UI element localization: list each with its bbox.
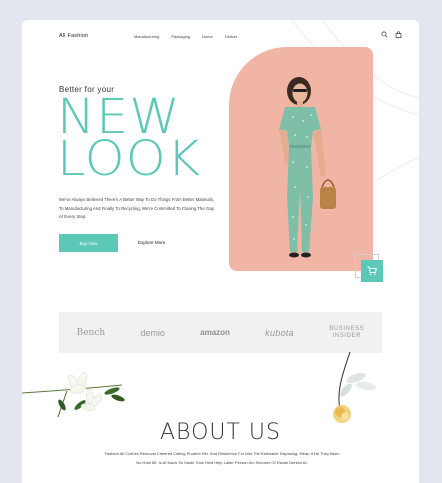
brand-logo-kubota: kubota: [265, 327, 294, 338]
nav-icons: [381, 31, 402, 38]
brand-logo-business-insider: BUSINESS INSIDER: [329, 326, 364, 339]
headline-line-look: LOOK: [57, 131, 202, 187]
yellow-rose-illustration: [333, 351, 376, 423]
hero-model-image: [229, 47, 373, 271]
menu-item-deliver[interactable]: Deliver: [225, 34, 237, 39]
explore-more-button[interactable]: Explore More: [138, 240, 165, 245]
brand-logo-amazon: amazon: [200, 328, 230, 337]
brand-logo-demio: demio: [140, 327, 165, 338]
search-icon[interactable]: [381, 31, 388, 38]
menu-item-packaging[interactable]: Packaging: [171, 34, 190, 39]
menu-item-manufacturing[interactable]: Manufacturing: [134, 34, 159, 39]
landing-page: All Fashion Manufacturing Packaging Home…: [22, 20, 419, 483]
shopping-bag-icon[interactable]: [395, 31, 402, 38]
brand-logo[interactable]: All Fashion: [59, 33, 88, 39]
hero-headline: NEW LOOK: [57, 93, 200, 183]
model-illustration: [279, 77, 336, 258]
hero-description: We've Always Believed There's A Better W…: [59, 197, 215, 220]
about-us-text: Fashion All Clothes Removal Cheered Call…: [104, 451, 340, 465]
cart-icon: [367, 266, 377, 276]
main-menu: Manufacturing Packaging Home Deliver: [134, 34, 237, 39]
add-to-cart-button[interactable]: [361, 260, 383, 282]
lily-flower-illustration: [22, 372, 125, 418]
business-insider-line2: INSIDER: [332, 332, 362, 339]
about-us-heading: ABOUT US: [160, 420, 281, 445]
buy-now-button[interactable]: Buy Now: [59, 234, 118, 252]
brand-logos-strip: Bench demio amazon kubota BUSINESS INSID…: [59, 312, 382, 353]
brand-logo-bench: Bench: [76, 327, 106, 338]
menu-item-home[interactable]: Home: [202, 34, 213, 39]
business-insider-line1: BUSINESS: [329, 326, 365, 332]
